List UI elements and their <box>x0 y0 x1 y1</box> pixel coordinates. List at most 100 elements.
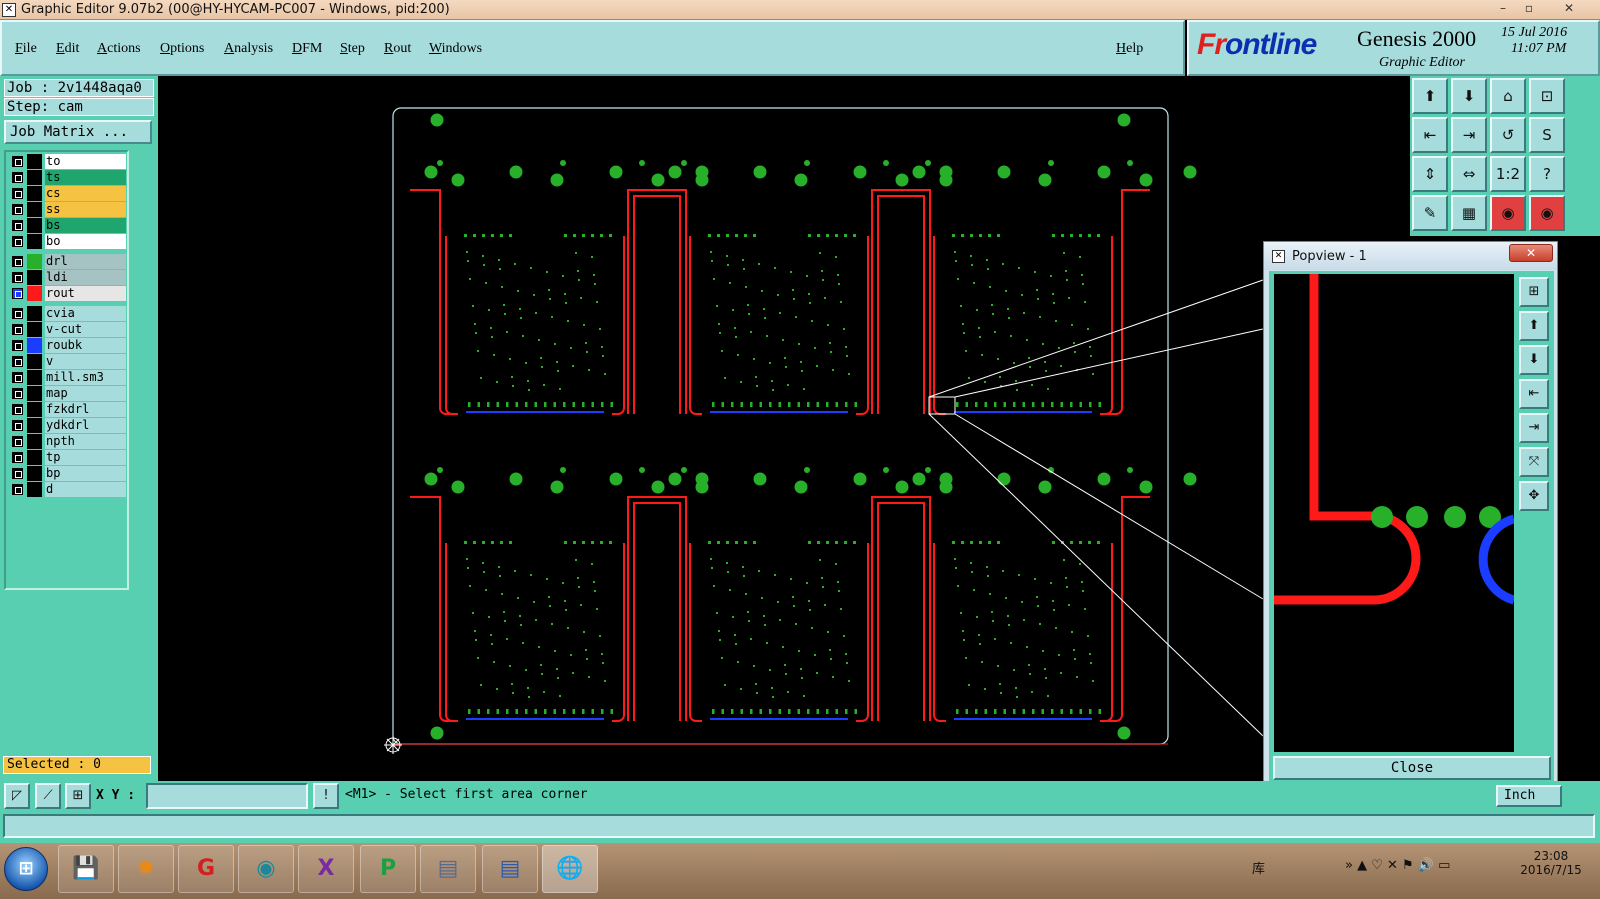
scale-icon[interactable]: 1:2 <box>1490 156 1526 192</box>
open-icon[interactable]: ⬆ <box>1412 78 1448 114</box>
layer-color-swatch[interactable] <box>27 218 42 233</box>
layer-color-swatch[interactable] <box>27 202 42 217</box>
layer-name[interactable]: ss <box>45 202 126 217</box>
eye-app-icon[interactable]: ◉ <box>238 845 294 893</box>
layer-color-swatch[interactable] <box>27 322 42 337</box>
alert-button[interactable]: ! <box>313 783 339 809</box>
pan-left-icon[interactable]: ⇤ <box>1412 117 1448 153</box>
layer-name[interactable]: v <box>45 354 126 369</box>
layer-name[interactable]: v-cut <box>45 322 126 337</box>
layer-checkbox[interactable] <box>12 452 23 463</box>
layer-checkbox[interactable] <box>12 340 23 351</box>
zoom-horz-icon[interactable]: ⇔ <box>1451 156 1487 192</box>
layer-row-v[interactable]: v <box>10 354 126 369</box>
layer-name[interactable]: tp <box>45 450 126 465</box>
xy-input[interactable] <box>146 783 308 809</box>
layer-row-to[interactable]: to <box>10 154 126 169</box>
layer-row-map[interactable]: map <box>10 386 126 401</box>
menu-windows[interactable]: Windows <box>429 41 482 57</box>
layer-checkbox[interactable] <box>12 388 23 399</box>
layer-color-swatch[interactable] <box>27 418 42 433</box>
popview-zoom-icon[interactable]: ⤧ <box>1519 447 1549 477</box>
layer-row-cvia[interactable]: cvia <box>10 306 126 321</box>
drill-map-icon[interactable]: ◉ <box>1529 195 1565 231</box>
tray-label[interactable]: 库 <box>1252 858 1265 877</box>
layer-checkbox[interactable] <box>12 372 23 383</box>
paint-app-icon[interactable]: ✹ <box>118 845 174 893</box>
layer-name[interactable]: fzkdrl <box>45 402 126 417</box>
zoom-vert-icon[interactable]: ⇕ <box>1412 156 1448 192</box>
layer-row-npth[interactable]: npth <box>10 434 126 449</box>
layer-checkbox[interactable] <box>12 272 23 283</box>
layer-checkbox[interactable] <box>12 156 23 167</box>
layer-color-swatch[interactable] <box>27 370 42 385</box>
menu-dfm[interactable]: DFM <box>292 41 322 57</box>
job-matrix-button[interactable]: Job Matrix ... <box>4 120 152 144</box>
layer-row-v-cut[interactable]: v-cut <box>10 322 126 337</box>
p-app-icon[interactable]: P <box>360 845 416 893</box>
layer-name[interactable]: ts <box>45 170 126 185</box>
fit-icon[interactable]: ⊡ <box>1529 78 1565 114</box>
layer-name[interactable]: to <box>45 154 126 169</box>
layer-color-swatch[interactable] <box>27 354 42 369</box>
edit-icon[interactable]: ✎ <box>1412 195 1448 231</box>
grid-snap-icon[interactable]: ⊞ <box>65 783 91 809</box>
layer-row-d[interactable]: d <box>10 482 126 497</box>
units-selector[interactable]: Inch <box>1496 785 1562 807</box>
layer-row-bp[interactable]: bp <box>10 466 126 481</box>
home-icon[interactable]: ⌂ <box>1490 78 1526 114</box>
help-query-icon[interactable]: ? <box>1529 156 1565 192</box>
layer-color-swatch[interactable] <box>27 270 42 285</box>
layer-name[interactable]: bp <box>45 466 126 481</box>
layer-color-swatch[interactable] <box>27 482 42 497</box>
taskbar-clock[interactable]: 23:08 2016/7/15 <box>1508 849 1594 877</box>
layer-name[interactable]: cvia <box>45 306 126 321</box>
measure-icon[interactable]: ⟋ <box>35 783 61 809</box>
menu-actions[interactable]: Actions <box>97 41 141 57</box>
layer-row-cs[interactable]: cs <box>10 186 126 201</box>
layer-name[interactable]: npth <box>45 434 126 449</box>
layer-color-swatch[interactable] <box>27 254 42 269</box>
layer-name[interactable]: mill.sm3 <box>45 370 126 385</box>
layer-row-roubk[interactable]: roubk <box>10 338 126 353</box>
layer-name[interactable]: ydkdrl <box>45 418 126 433</box>
popview-close-x[interactable]: ✕ <box>1509 244 1553 262</box>
layer-name[interactable]: map <box>45 386 126 401</box>
layer-color-swatch[interactable] <box>27 386 42 401</box>
layer-checkbox[interactable] <box>12 188 23 199</box>
menu-analysis[interactable]: Analysis <box>224 41 273 57</box>
layer-name[interactable]: cs <box>45 186 126 201</box>
menu-rout[interactable]: Rout <box>384 41 411 57</box>
popview-pan-icon[interactable]: ✥ <box>1519 481 1549 511</box>
layer-row-fzkdrl[interactable]: fzkdrl <box>10 402 126 417</box>
layer-name[interactable]: rout <box>45 286 126 301</box>
save-icon[interactable]: ⬇ <box>1451 78 1487 114</box>
popview-right-icon[interactable]: ⇥ <box>1519 413 1549 443</box>
maximize-button[interactable]: ▫ <box>1516 1 1542 17</box>
layer-color-swatch[interactable] <box>27 170 42 185</box>
layer-row-rout[interactable]: rout <box>10 286 126 301</box>
layer-row-bo[interactable]: bo <box>10 234 126 249</box>
layer-row-bs[interactable]: bs <box>10 218 126 233</box>
layer-checkbox[interactable] <box>12 204 23 215</box>
layer-row-ss[interactable]: ss <box>10 202 126 217</box>
notepad-app-icon[interactable]: ▤ <box>482 845 538 893</box>
start-button[interactable]: ⊞ <box>4 847 48 891</box>
layer-color-swatch[interactable] <box>27 286 42 301</box>
save-app-icon[interactable]: 💾 <box>58 845 114 893</box>
popview-fit-icon[interactable]: ⊞ <box>1519 277 1549 307</box>
menu-edit[interactable]: Edit <box>56 41 79 57</box>
graphic-canvas[interactable] <box>158 76 1410 781</box>
popview-up-icon[interactable]: ⬆ <box>1519 311 1549 341</box>
layer-color-swatch[interactable] <box>27 306 42 321</box>
layer-checkbox[interactable] <box>12 256 23 267</box>
globe-app-icon[interactable]: 🌐 <box>542 845 598 893</box>
layer-checkbox[interactable] <box>12 420 23 431</box>
layer-name[interactable]: bs <box>45 218 126 233</box>
window-close-button[interactable]: ✕ <box>1556 1 1582 17</box>
menu-help[interactable]: Help <box>1116 41 1143 57</box>
snap-icon[interactable]: ◸ <box>4 783 30 809</box>
layer-checkbox[interactable] <box>12 356 23 367</box>
layer-color-swatch[interactable] <box>27 234 42 249</box>
layer-checkbox[interactable] <box>12 484 23 495</box>
